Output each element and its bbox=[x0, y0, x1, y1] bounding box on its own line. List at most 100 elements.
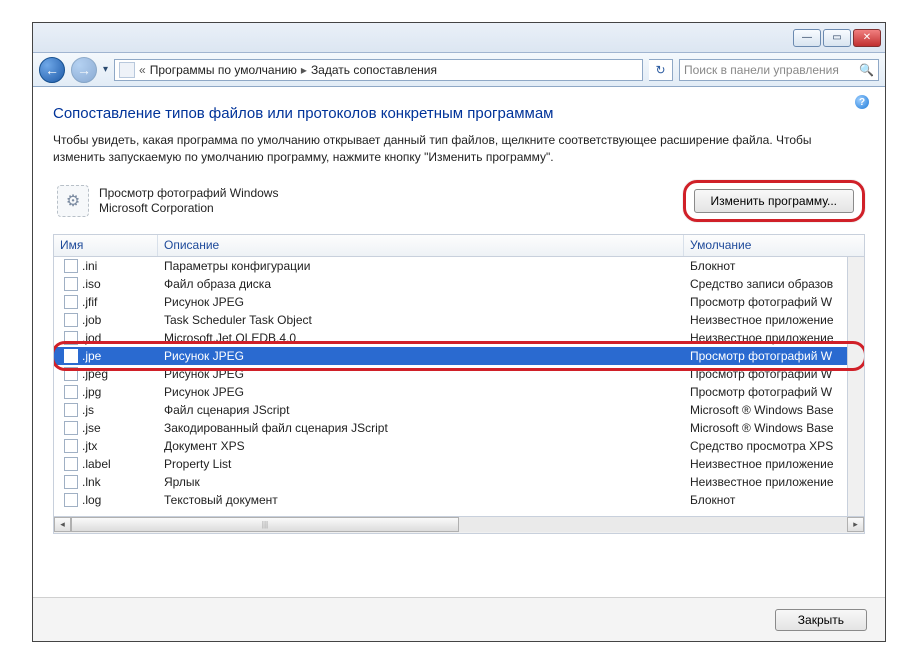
table-row[interactable]: .jpegРисунок JPEGПросмотр фотографий W bbox=[54, 365, 864, 383]
cell-description: Microsoft.Jet.OLEDB.4.0 bbox=[158, 331, 684, 345]
window: — ▭ ✕ ← → ▾ « Программы по умолчанию ▸ З… bbox=[32, 22, 886, 642]
cell-default: Просмотр фотографий W bbox=[684, 385, 864, 399]
cell-description: Документ XPS bbox=[158, 439, 684, 453]
cell-extension: .js bbox=[54, 403, 158, 417]
file-type-list: Имя Описание Умолчание .iniПараметры кон… bbox=[53, 234, 865, 534]
table-row[interactable]: .jseЗакодированный файл сценария JScript… bbox=[54, 419, 864, 437]
cell-default: Неизвестное приложение bbox=[684, 457, 864, 471]
file-type-icon bbox=[64, 385, 78, 399]
table-row[interactable]: .iniПараметры конфигурацииБлокнот bbox=[54, 257, 864, 275]
table-row[interactable]: .jodMicrosoft.Jet.OLEDB.4.0Неизвестное п… bbox=[54, 329, 864, 347]
cell-default: Просмотр фотографий W bbox=[684, 367, 864, 381]
cell-description: Рисунок JPEG bbox=[158, 385, 684, 399]
cell-extension: .ini bbox=[54, 259, 158, 273]
search-input[interactable]: Поиск в панели управления 🔍 bbox=[679, 59, 879, 81]
breadcrumb-item-2[interactable]: Задать сопоставления bbox=[311, 63, 437, 77]
default-program-row: ⚙ Просмотр фотографий Windows Microsoft … bbox=[53, 180, 865, 222]
file-type-icon bbox=[64, 295, 78, 309]
cell-extension: .label bbox=[54, 457, 158, 471]
cell-extension: .job bbox=[54, 313, 158, 327]
file-type-icon bbox=[64, 421, 78, 435]
table-row[interactable]: .lnkЯрлыкНеизвестное приложение bbox=[54, 473, 864, 491]
table-row[interactable]: .labelProperty ListНеизвестное приложени… bbox=[54, 455, 864, 473]
cell-default: Блокнот bbox=[684, 259, 864, 273]
cell-description: Рисунок JPEG bbox=[158, 367, 684, 381]
table-row[interactable]: .jtxДокумент XPSСредство просмотра XPS bbox=[54, 437, 864, 455]
cell-description: Рисунок JPEG bbox=[158, 295, 684, 309]
cell-extension: .jpg bbox=[54, 385, 158, 399]
table-row[interactable]: .jfifРисунок JPEGПросмотр фотографий W bbox=[54, 293, 864, 311]
help-icon[interactable]: ? bbox=[855, 95, 869, 109]
cell-description: Property List bbox=[158, 457, 684, 471]
scrollbar-thumb[interactable]: ||| bbox=[71, 517, 459, 532]
breadcrumb-item-1[interactable]: Программы по умолчанию bbox=[150, 63, 297, 77]
change-program-button[interactable]: Изменить программу... bbox=[694, 189, 854, 213]
cell-extension: .jse bbox=[54, 421, 158, 435]
file-type-icon bbox=[64, 403, 78, 417]
vertical-scrollbar[interactable] bbox=[847, 257, 864, 516]
breadcrumb-sep-icon: ▸ bbox=[301, 63, 307, 77]
program-publisher: Microsoft Corporation bbox=[99, 201, 673, 216]
cell-default: Microsoft ® Windows Base bbox=[684, 403, 864, 417]
refresh-button[interactable]: ↻ bbox=[649, 59, 673, 81]
cell-default: Блокнот bbox=[684, 493, 864, 507]
cell-extension: .iso bbox=[54, 277, 158, 291]
scrollbar-track[interactable]: ||| bbox=[71, 517, 847, 532]
cell-description: Файл сценария JScript bbox=[158, 403, 684, 417]
horizontal-scrollbar[interactable]: ◂ ||| ▸ bbox=[54, 516, 864, 533]
column-header-description[interactable]: Описание bbox=[158, 235, 684, 256]
cell-description: Ярлык bbox=[158, 475, 684, 489]
column-header-name[interactable]: Имя bbox=[54, 235, 158, 256]
table-row[interactable]: .logТекстовый документБлокнот bbox=[54, 491, 864, 509]
cell-extension: .jpe bbox=[54, 349, 158, 363]
table-row[interactable]: .jpeРисунок JPEGПросмотр фотографий W bbox=[54, 347, 864, 365]
change-program-highlight: Изменить программу... bbox=[683, 180, 865, 222]
back-button[interactable]: ← bbox=[39, 57, 65, 83]
cell-default: Неизвестное приложение bbox=[684, 475, 864, 489]
scroll-right-button[interactable]: ▸ bbox=[847, 517, 864, 532]
file-type-icon bbox=[64, 457, 78, 471]
cell-description: Закодированный файл сценария JScript bbox=[158, 421, 684, 435]
file-type-icon bbox=[64, 331, 78, 345]
maximize-button[interactable]: ▭ bbox=[823, 29, 851, 47]
list-body[interactable]: .iniПараметры конфигурацииБлокнот.isoФай… bbox=[54, 257, 864, 516]
file-type-icon bbox=[64, 475, 78, 489]
table-row[interactable]: .jpgРисунок JPEGПросмотр фотографий W bbox=[54, 383, 864, 401]
program-icon: ⚙ bbox=[57, 185, 89, 217]
cell-description: Файл образа диска bbox=[158, 277, 684, 291]
file-type-icon bbox=[64, 493, 78, 507]
navbar: ← → ▾ « Программы по умолчанию ▸ Задать … bbox=[33, 53, 885, 87]
cell-default: Средство просмотра XPS bbox=[684, 439, 864, 453]
column-header-default[interactable]: Умолчание bbox=[684, 235, 864, 256]
cell-extension: .lnk bbox=[54, 475, 158, 489]
cell-extension: .jpeg bbox=[54, 367, 158, 381]
cell-default: Просмотр фотографий W bbox=[684, 349, 864, 363]
scroll-left-button[interactable]: ◂ bbox=[54, 517, 71, 532]
cell-description: Task Scheduler Task Object bbox=[158, 313, 684, 327]
footer: Закрыть bbox=[33, 597, 885, 641]
file-type-icon bbox=[64, 277, 78, 291]
file-type-icon bbox=[64, 259, 78, 273]
search-icon: 🔍 bbox=[859, 63, 874, 77]
file-type-icon bbox=[64, 349, 78, 363]
cell-description: Рисунок JPEG bbox=[158, 349, 684, 363]
minimize-button[interactable]: — bbox=[793, 29, 821, 47]
cell-default: Неизвестное приложение bbox=[684, 313, 864, 327]
list-header: Имя Описание Умолчание bbox=[54, 235, 864, 257]
cell-extension: .jtx bbox=[54, 439, 158, 453]
nav-history-dropdown-icon[interactable]: ▾ bbox=[103, 64, 108, 75]
breadcrumb[interactable]: « Программы по умолчанию ▸ Задать сопост… bbox=[114, 59, 643, 81]
file-type-icon bbox=[64, 313, 78, 327]
cell-extension: .jod bbox=[54, 331, 158, 345]
table-row[interactable]: .isoФайл образа дискаСредство записи обр… bbox=[54, 275, 864, 293]
forward-button[interactable]: → bbox=[71, 57, 97, 83]
cell-default: Средство записи образов bbox=[684, 277, 864, 291]
close-window-button[interactable]: ✕ bbox=[853, 29, 881, 47]
content-area: ? Сопоставление типов файлов или протоко… bbox=[33, 87, 885, 597]
table-row[interactable]: .jsФайл сценария JScriptMicrosoft ® Wind… bbox=[54, 401, 864, 419]
page-title: Сопоставление типов файлов или протоколо… bbox=[53, 105, 865, 122]
cell-extension: .log bbox=[54, 493, 158, 507]
table-row[interactable]: .jobTask Scheduler Task ObjectНеизвестно… bbox=[54, 311, 864, 329]
control-panel-icon bbox=[119, 62, 135, 78]
close-button[interactable]: Закрыть bbox=[775, 609, 867, 631]
